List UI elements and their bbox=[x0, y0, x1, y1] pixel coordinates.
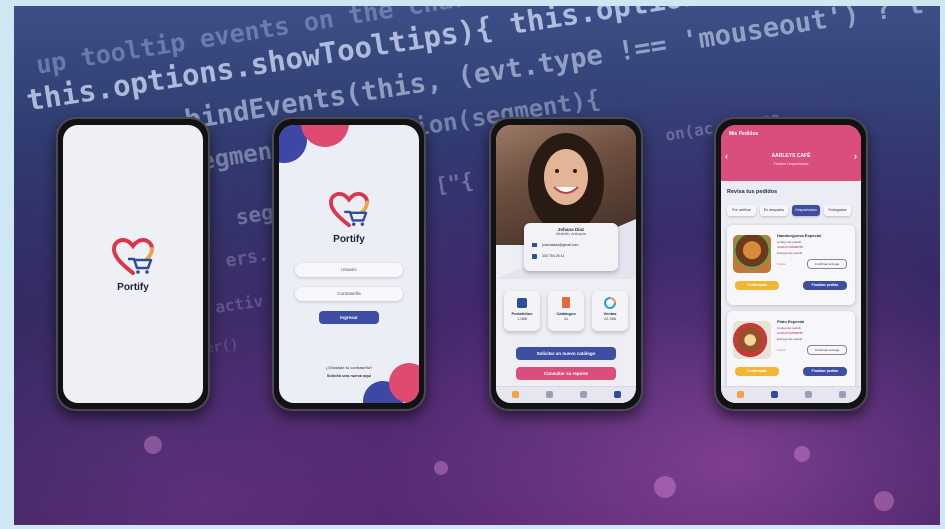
splash-screen: Portify bbox=[63, 125, 203, 403]
brand-name: Portify bbox=[333, 234, 365, 245]
order-code: AARLEYS6598785 bbox=[777, 331, 804, 335]
nav-catalog-icon[interactable] bbox=[771, 391, 778, 398]
orders-title: Mis Pedidos bbox=[729, 131, 759, 137]
bokeh-light bbox=[794, 446, 810, 462]
phone-splash: Portify bbox=[56, 117, 210, 411]
finish-order-button[interactable]: Finalizar pedido bbox=[803, 367, 847, 376]
stat-value: 1,086 bbox=[516, 316, 527, 321]
bokeh-light bbox=[874, 491, 894, 511]
bokeh-light bbox=[144, 436, 162, 454]
order-code-label: Código del pedido: bbox=[777, 326, 803, 330]
nav-orders-icon[interactable] bbox=[805, 391, 812, 398]
stat-sales[interactable]: Ventas 12,386 bbox=[592, 291, 628, 331]
heart-cart-icon bbox=[329, 191, 369, 228]
profile-email: johanadiaz@gmail.com bbox=[542, 243, 579, 247]
nav-profile-icon[interactable] bbox=[839, 391, 846, 398]
portify-logo: Portify bbox=[279, 191, 419, 245]
bottom-nav bbox=[721, 386, 861, 403]
login-screen: Portify Usuario Contraseña Ingresar ¿Olv… bbox=[279, 125, 419, 403]
profile-location: Medellín, Antioquia bbox=[556, 232, 586, 236]
dish-image bbox=[733, 321, 771, 359]
order-name: Plato Especial bbox=[777, 319, 805, 324]
nav-orders-icon[interactable] bbox=[580, 391, 587, 398]
login-button[interactable]: Ingresar bbox=[319, 311, 379, 324]
bokeh-light bbox=[434, 461, 448, 475]
store-name: AARLEYS CAFÉ bbox=[771, 153, 811, 159]
request-account-link[interactable]: Solicita una nueva aquí bbox=[279, 373, 419, 378]
username-input[interactable]: Usuario bbox=[295, 263, 403, 277]
brand-name: Portify bbox=[117, 282, 149, 293]
order-qty: 1 Item bbox=[777, 348, 786, 352]
filter-chip-pending[interactable]: Por verificar bbox=[727, 205, 756, 216]
catalog-icon bbox=[562, 297, 570, 308]
order-code: AARLEYS6598785 bbox=[777, 245, 804, 249]
forgot-password-text: ¿Olvidaste tu contraseña? bbox=[325, 365, 373, 370]
order-card: Hamburguesa Especial Código del pedido: … bbox=[727, 225, 855, 305]
code-line-6: ers. bbox=[224, 244, 271, 272]
portify-logo: Portify bbox=[63, 237, 203, 293]
phone-login: Portify Usuario Contraseña Ingresar ¿Olv… bbox=[272, 117, 426, 411]
phone-orders: Mis Pedidos ‹ › AARLEYS CAFÉ Pedidos Des… bbox=[714, 117, 868, 411]
stat-value: 11 bbox=[563, 316, 569, 321]
pie-icon bbox=[604, 297, 616, 309]
nav-catalog-icon[interactable] bbox=[546, 391, 553, 398]
request-catalog-button[interactable]: Solicitar un nuevo catálogo bbox=[516, 347, 616, 360]
briefcase-icon bbox=[517, 298, 527, 308]
order-code-label: Código del pedido: bbox=[777, 240, 803, 244]
bottom-nav bbox=[496, 386, 636, 403]
report-button[interactable]: Consultar su reporte bbox=[516, 367, 616, 380]
nav-profile-icon[interactable] bbox=[614, 391, 621, 398]
profile-phone: 300 754 26 41 bbox=[542, 254, 565, 258]
bokeh-light bbox=[654, 476, 676, 498]
confirmed-button[interactable]: Confirmado bbox=[735, 367, 779, 376]
filter-chip-dispatch[interactable]: En despacho bbox=[760, 205, 788, 216]
stat-catalogs[interactable]: Catálogos 11 bbox=[548, 291, 584, 331]
order-name: Hamburguesa Especial bbox=[777, 233, 822, 238]
nav-home-icon[interactable] bbox=[737, 391, 744, 398]
password-input[interactable]: Contraseña bbox=[295, 287, 403, 301]
decor-blob-pink bbox=[301, 125, 349, 147]
email-icon bbox=[532, 243, 537, 247]
stat-portfolios[interactable]: Portafolios 1,086 bbox=[504, 291, 540, 331]
heart-cart-icon bbox=[111, 237, 154, 275]
store-subtitle: Pedidos Despachados bbox=[773, 162, 809, 166]
orders-screen: Mis Pedidos ‹ › AARLEYS CAFÉ Pedidos Des… bbox=[721, 125, 861, 403]
order-qty: 1 Item bbox=[777, 262, 786, 266]
finish-order-button[interactable]: Finalizar pedido bbox=[803, 281, 847, 290]
code-line-7: activ bbox=[214, 291, 265, 317]
nav-home-icon[interactable] bbox=[512, 391, 519, 398]
phone-profile: Johana Diaz Medellín, Antioquia johanadi… bbox=[489, 117, 643, 411]
burger-image bbox=[733, 235, 771, 273]
order-delivery-label: Entrega del pedido: bbox=[777, 251, 804, 255]
phone-icon bbox=[532, 254, 537, 259]
profile-card: Johana Diaz Medellín, Antioquia johanadi… bbox=[524, 223, 618, 271]
orders-header: Mis Pedidos ‹ › AARLEYS CAFÉ Pedidos Des… bbox=[721, 125, 861, 181]
confirm-delivery-button[interactable]: Confirmar entrega bbox=[807, 259, 847, 269]
confirmed-button[interactable]: Confirmado bbox=[735, 281, 779, 290]
filter-chip-delivered[interactable]: Entregados bbox=[824, 205, 851, 216]
profile-screen: Johana Diaz Medellín, Antioquia johanadi… bbox=[496, 125, 636, 403]
filter-chip-dispatched[interactable]: Despachados bbox=[792, 205, 820, 216]
order-card: Plato Especial Código del pedido: AARLEY… bbox=[727, 311, 855, 391]
order-delivery-label: Entrega del pedido: bbox=[777, 337, 804, 341]
stat-value: 12,386 bbox=[603, 316, 617, 321]
confirm-delivery-button[interactable]: Confirmar entrega bbox=[807, 345, 847, 355]
section-title: Revisa tus pedidos bbox=[727, 189, 778, 195]
